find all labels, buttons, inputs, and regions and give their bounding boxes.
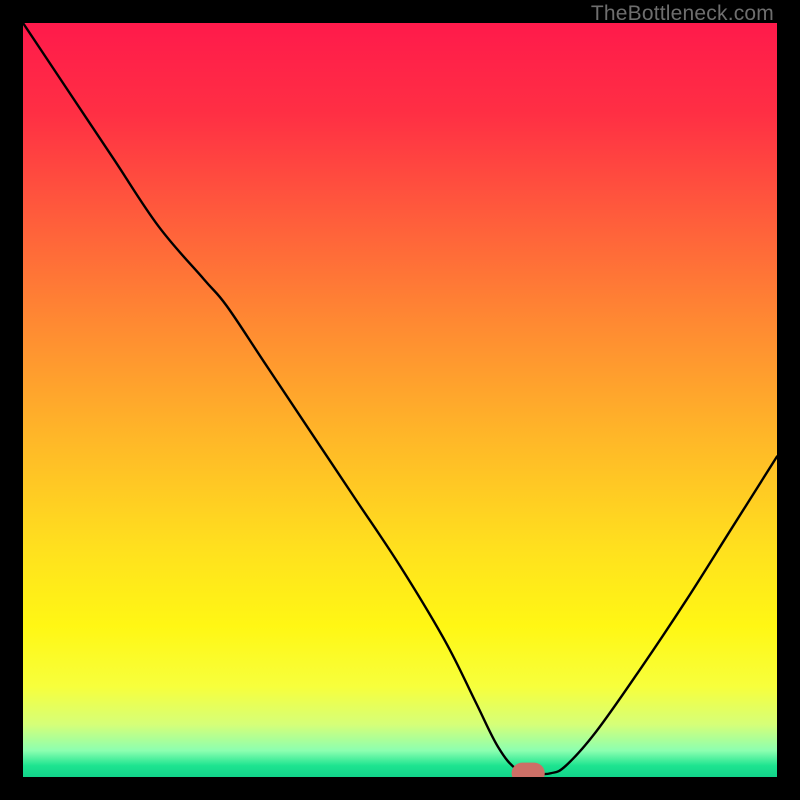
bottleneck-chart: [23, 23, 777, 777]
optimal-point-marker: [512, 763, 545, 777]
chart-frame: [23, 23, 777, 777]
watermark-text: TheBottleneck.com: [591, 2, 774, 26]
gradient-background: [23, 23, 777, 777]
